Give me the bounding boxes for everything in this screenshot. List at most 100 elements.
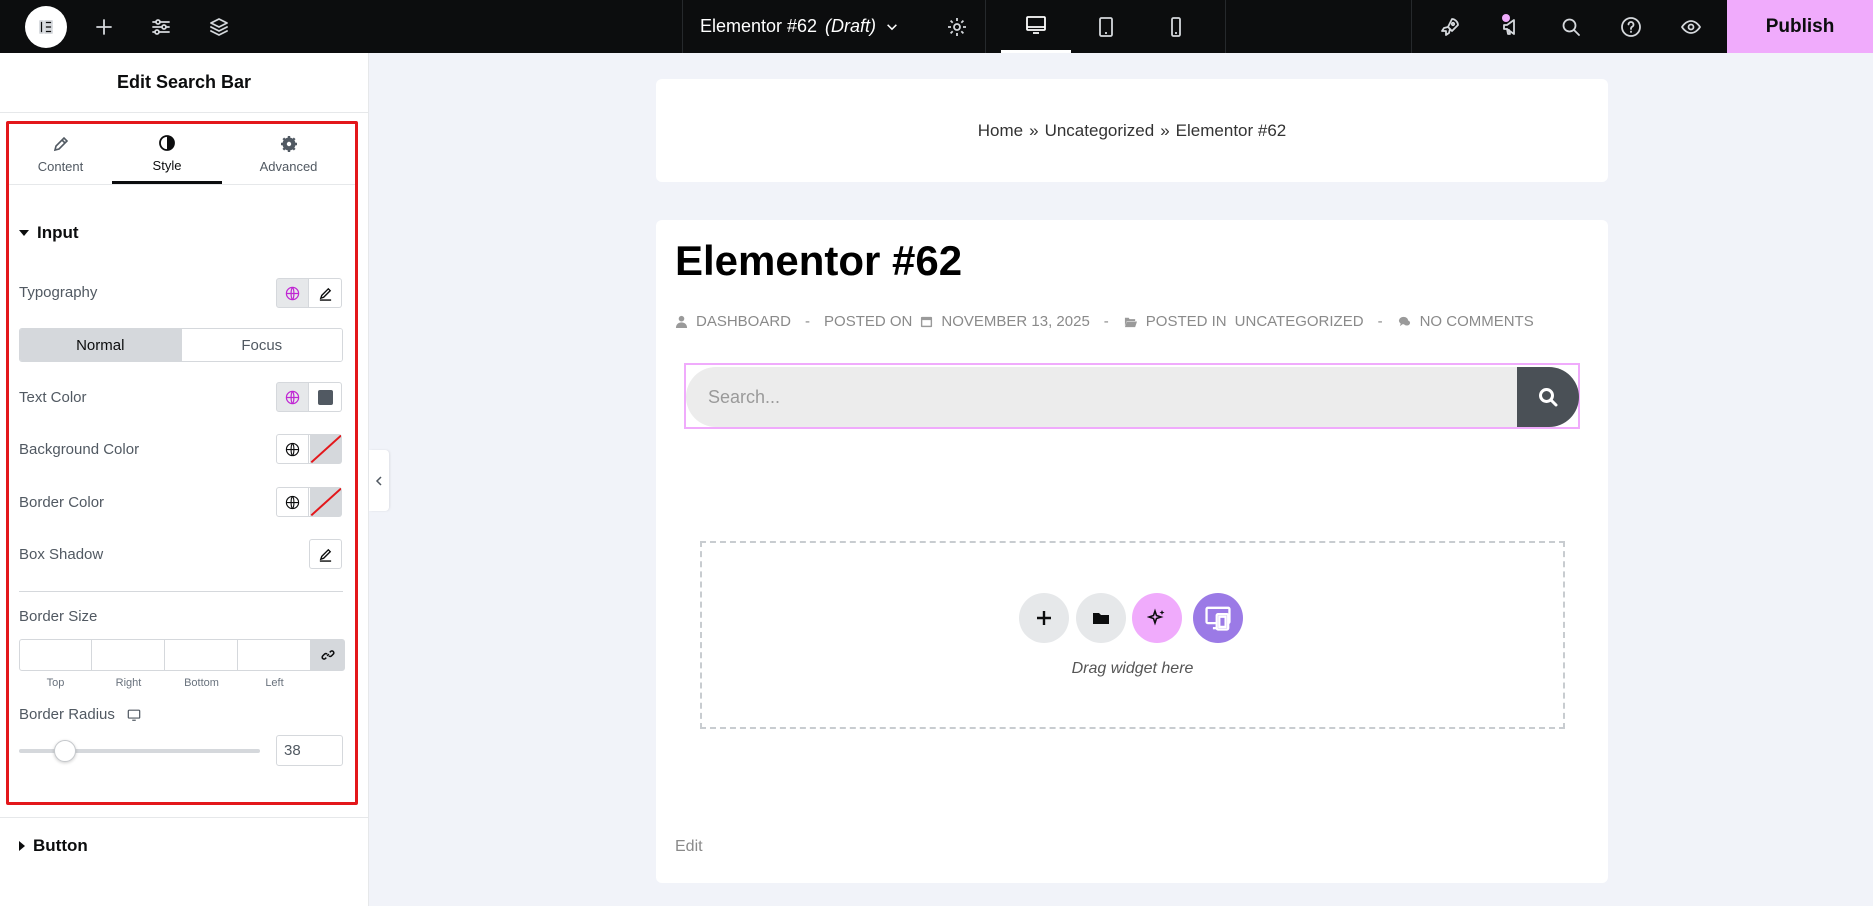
background-color-global-button[interactable] [276,434,309,464]
border-bottom-input[interactable] [165,639,238,671]
finder-button[interactable] [1557,0,1585,53]
input-section-title: Input [37,223,79,242]
breadcrumb: Home » Uncategorized » Elementor #62 [656,79,1608,182]
post-meta: DASHBOARD - POSTED ON NOVEMBER 13, 2025 … [675,313,1534,330]
button-section-toggle[interactable]: Button [19,836,88,856]
border-color-global-button[interactable] [276,487,309,517]
devices-icon [1205,606,1231,631]
ai-generate-button[interactable] [1132,593,1182,643]
border-radius-value-input[interactable]: 38 [276,735,343,766]
search-input[interactable]: Search... [686,367,1517,427]
chevron-down-icon [887,23,897,30]
text-color-picker[interactable] [309,382,342,412]
folder-icon [1093,613,1109,624]
breadcrumb-separator: » [1160,120,1170,140]
help-button[interactable] [1617,0,1645,53]
border-radius-label: Border Radius [19,706,115,723]
plus-icon [1037,611,1051,625]
text-color-global-button[interactable] [276,382,309,412]
post-date[interactable]: NOVEMBER 13, 2025 [941,313,1089,330]
breadcrumb-category[interactable]: Uncategorized [1045,121,1155,141]
layers-icon [210,17,228,36]
launchpad-button[interactable] [1436,0,1464,53]
side-label-top: Top [46,677,65,689]
section-divider [0,817,369,818]
typography-controls [276,278,342,308]
tab-style[interactable]: Style [112,125,222,184]
post-title: Elementor #62 [675,237,963,284]
border-right-input[interactable] [92,639,165,671]
text-color-controls [276,382,342,412]
search-bar-widget[interactable]: Search... [684,363,1580,429]
breadcrumb-home[interactable]: Home [978,121,1023,141]
background-color-label: Background Color [19,441,140,458]
post-comments[interactable]: NO COMMENTS [1420,313,1534,330]
posted-in-label: POSTED IN [1145,313,1227,330]
rocket-icon [1441,17,1459,36]
tab-content[interactable]: Content [9,125,112,184]
input-section-toggle[interactable]: Input [19,223,79,243]
device-mobile-tab[interactable] [1141,0,1211,53]
document-title-dropdown[interactable]: Elementor #62 (Draft) [682,0,986,53]
device-tablet-tab[interactable] [1071,0,1141,53]
pencil-icon [319,548,332,562]
globe-icon [285,390,300,404]
sliders-icon [152,18,170,35]
structure-button[interactable] [203,0,235,53]
state-focus-tab[interactable]: Focus [180,329,342,361]
add-element-button[interactable] [88,0,120,53]
comments-icon [1398,316,1410,327]
link-icon [321,650,335,660]
collapse-panel-button[interactable] [369,450,389,511]
border-size-inputs [19,639,345,671]
tab-label: Style [152,157,182,173]
border-radius-slider-handle[interactable] [54,740,76,762]
border-top-input[interactable] [19,639,92,671]
elementor-logo-button[interactable] [24,0,68,53]
add-template-button[interactable] [1076,593,1126,643]
tab-advanced[interactable]: Advanced [222,125,355,184]
device-switcher [986,0,1226,53]
widget-dropzone[interactable] [700,541,1565,729]
whats-new-button[interactable] [1496,0,1526,53]
post-author[interactable]: DASHBOARD [696,313,791,330]
posted-on-label: POSTED ON [824,313,913,330]
site-settings-button[interactable] [145,0,177,53]
link-values-button[interactable] [311,639,345,671]
border-color-picker[interactable] [309,487,342,517]
border-size-side-labels: Top Right Bottom Left [19,677,311,689]
border-left-input[interactable] [238,639,311,671]
post-category[interactable]: UNCATEGORIZED [1235,313,1364,330]
editor-panel: Edit Search Bar Content Style Advanced I… [0,53,369,906]
breadcrumb-current: Elementor #62 [1175,120,1287,140]
help-icon [1621,16,1641,37]
eye-icon [1681,19,1701,34]
gear-icon[interactable] [946,16,968,38]
typography-edit-button[interactable] [309,278,342,308]
tablet-icon [1099,16,1113,37]
add-section-button[interactable] [1019,593,1069,643]
responsive-layout-button[interactable] [1193,593,1243,643]
device-desktop-tab[interactable] [1001,0,1071,53]
globe-icon [285,286,300,300]
divider [19,591,343,592]
background-color-picker[interactable] [309,434,342,464]
publish-button[interactable]: Publish [1727,0,1873,53]
folder-open-icon [1124,317,1137,328]
box-shadow-edit-button[interactable] [309,539,342,569]
edit-post-link[interactable]: Edit [675,838,703,856]
pencil-icon [53,136,68,152]
caret-down-icon [19,230,29,236]
typography-global-button[interactable] [276,278,309,308]
document-title: Elementor #62 [699,16,818,36]
side-label-bottom: Bottom [184,677,219,689]
search-icon [1539,388,1558,407]
button-section-title: Button [33,836,88,855]
preview-button[interactable] [1676,0,1706,53]
breadcrumb-separator: » [1029,120,1039,140]
search-submit-button[interactable] [1517,367,1579,427]
state-normal-tab[interactable]: Normal [20,329,181,361]
desktop-icon[interactable] [127,708,141,722]
panel-tabs: Content Style Advanced [9,125,355,185]
empty-color-swatch [309,435,341,463]
